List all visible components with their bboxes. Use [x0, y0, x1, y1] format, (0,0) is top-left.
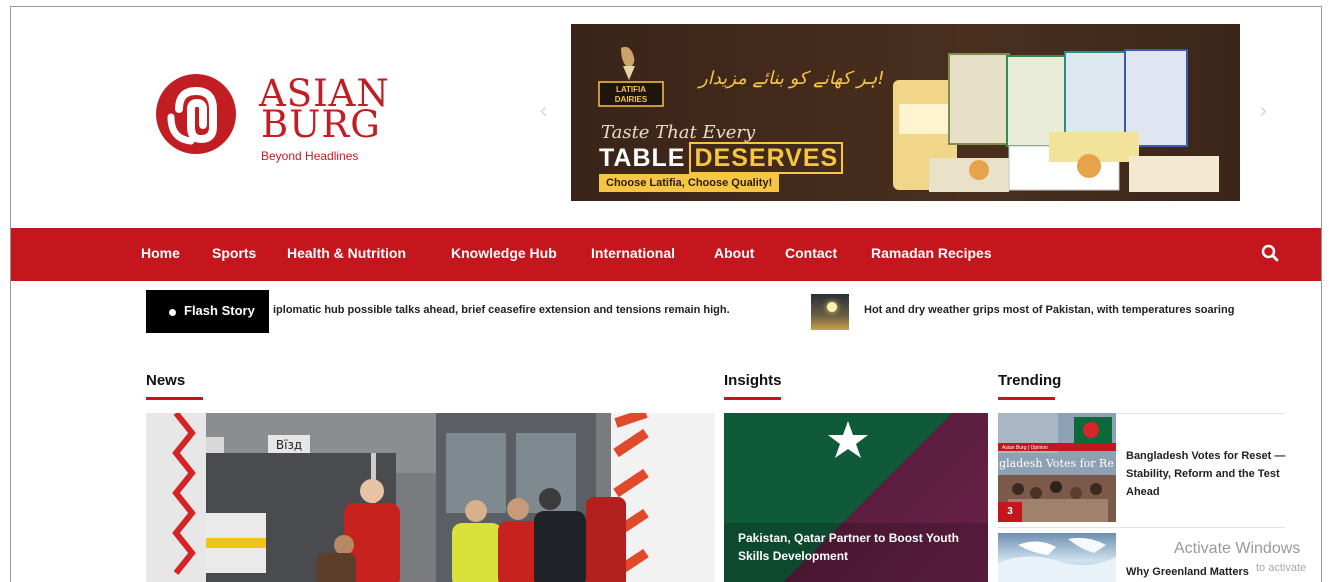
ticker-thumbnail[interactable]	[811, 294, 849, 330]
svg-text:DAIRIES: DAIRIES	[615, 95, 648, 104]
chevron-left-icon: ‹	[539, 99, 548, 124]
sign-text: Вїзд	[276, 438, 302, 452]
nav-home[interactable]: Home	[141, 245, 180, 261]
ticker-item-2[interactable]: Hot and dry weather grips most of Pakist…	[864, 304, 1234, 316]
banner-next-button[interactable]: ›	[1259, 99, 1268, 124]
nav-health-nutrition[interactable]: Health & Nutrition	[287, 245, 406, 261]
activate-windows-subtext: to activate	[1256, 562, 1307, 574]
insights-featured-card[interactable]: Pakistan, Qatar Partner to Boost Youth S…	[724, 413, 988, 582]
banner-cta: Choose Latifia, Choose Quality!	[599, 174, 780, 192]
chevron-right-icon: ›	[1259, 99, 1268, 124]
svg-text:LATIFIA: LATIFIA	[616, 85, 646, 94]
news-featured-image[interactable]: Вїзд	[146, 413, 715, 582]
nav-ramadan-recipes[interactable]: Ramadan Recipes	[871, 245, 992, 261]
banner-word-table: TABLE	[599, 144, 686, 172]
ad-banner[interactable]: LATIFIA DAIRIES ہر کھانے کو بنائے مزیدار…	[571, 24, 1240, 201]
site-logo[interactable]: ASIAN BURG Beyond Headlines	[151, 69, 391, 165]
banner-urdu-text: ہر کھانے کو بنائے مزیدار!	[699, 68, 885, 89]
trending-thumbnail-2[interactable]	[998, 533, 1116, 582]
trending-thumbnail-1[interactable]: Asian Burg | Opinion ngladesh Votes for …	[998, 413, 1116, 522]
flash-story-label: Flash Story	[146, 290, 269, 333]
sun-image	[827, 302, 837, 312]
insights-caption: Pakistan, Qatar Partner to Boost Youth S…	[738, 531, 959, 563]
greenland-image	[998, 537, 1116, 582]
rescue-scene-image: Вїзд	[146, 413, 715, 582]
nav-about[interactable]: About	[714, 245, 754, 261]
thumb-headline-text: ngladesh Votes for Re	[998, 457, 1114, 470]
section-title-insights: Insights	[724, 372, 782, 389]
banner-tagline-script: Taste That Every	[601, 122, 756, 143]
latifia-logo-icon: LATIFIA DAIRIES	[598, 46, 664, 107]
section-underline-news	[146, 397, 203, 400]
logo-tagline: Beyond Headlines	[261, 149, 359, 163]
nav-knowledge-hub[interactable]: Knowledge Hub	[451, 245, 557, 261]
section-underline-insights	[724, 397, 781, 400]
flash-story-text: Flash Story	[184, 303, 255, 318]
nav-contact[interactable]: Contact	[785, 245, 837, 261]
banner-tagline-main: TABLE DESERVES	[599, 142, 844, 174]
ticker-item-1[interactable]: iplomatic hub possible talks ahead, brie…	[273, 304, 730, 316]
trending-title-1[interactable]: Bangladesh Votes for Reset — Stability, …	[1126, 447, 1286, 501]
activate-windows-watermark: Activate Windows	[1174, 540, 1301, 557]
browser-viewport: ASIAN BURG Beyond Headlines ‹ › LATIFIA …	[10, 6, 1322, 582]
logo-mark-icon	[156, 74, 236, 154]
nav-sports[interactable]: Sports	[212, 245, 256, 261]
banner-word-deserves: DESERVES	[689, 142, 844, 174]
search-icon[interactable]	[1261, 244, 1279, 262]
trending-rank-badge: 3	[998, 502, 1022, 522]
nav-international[interactable]: International	[591, 245, 675, 261]
section-underline-trending	[998, 397, 1055, 400]
section-title-trending: Trending	[998, 372, 1062, 389]
main-nav: Home Sports Health & Nutrition Knowledge…	[11, 228, 1321, 281]
products-image	[893, 49, 1219, 192]
thumb-tag-text: Asian Burg | Opinion	[1002, 445, 1048, 451]
section-title-news: News	[146, 372, 186, 389]
bullet-dot-icon	[169, 309, 176, 316]
logo-text-line2: BURG	[261, 103, 381, 146]
trending-divider	[998, 527, 1285, 528]
trending-title-2[interactable]: Why Greenland Matters	[1126, 566, 1249, 578]
banner-prev-button[interactable]: ‹	[539, 99, 548, 124]
